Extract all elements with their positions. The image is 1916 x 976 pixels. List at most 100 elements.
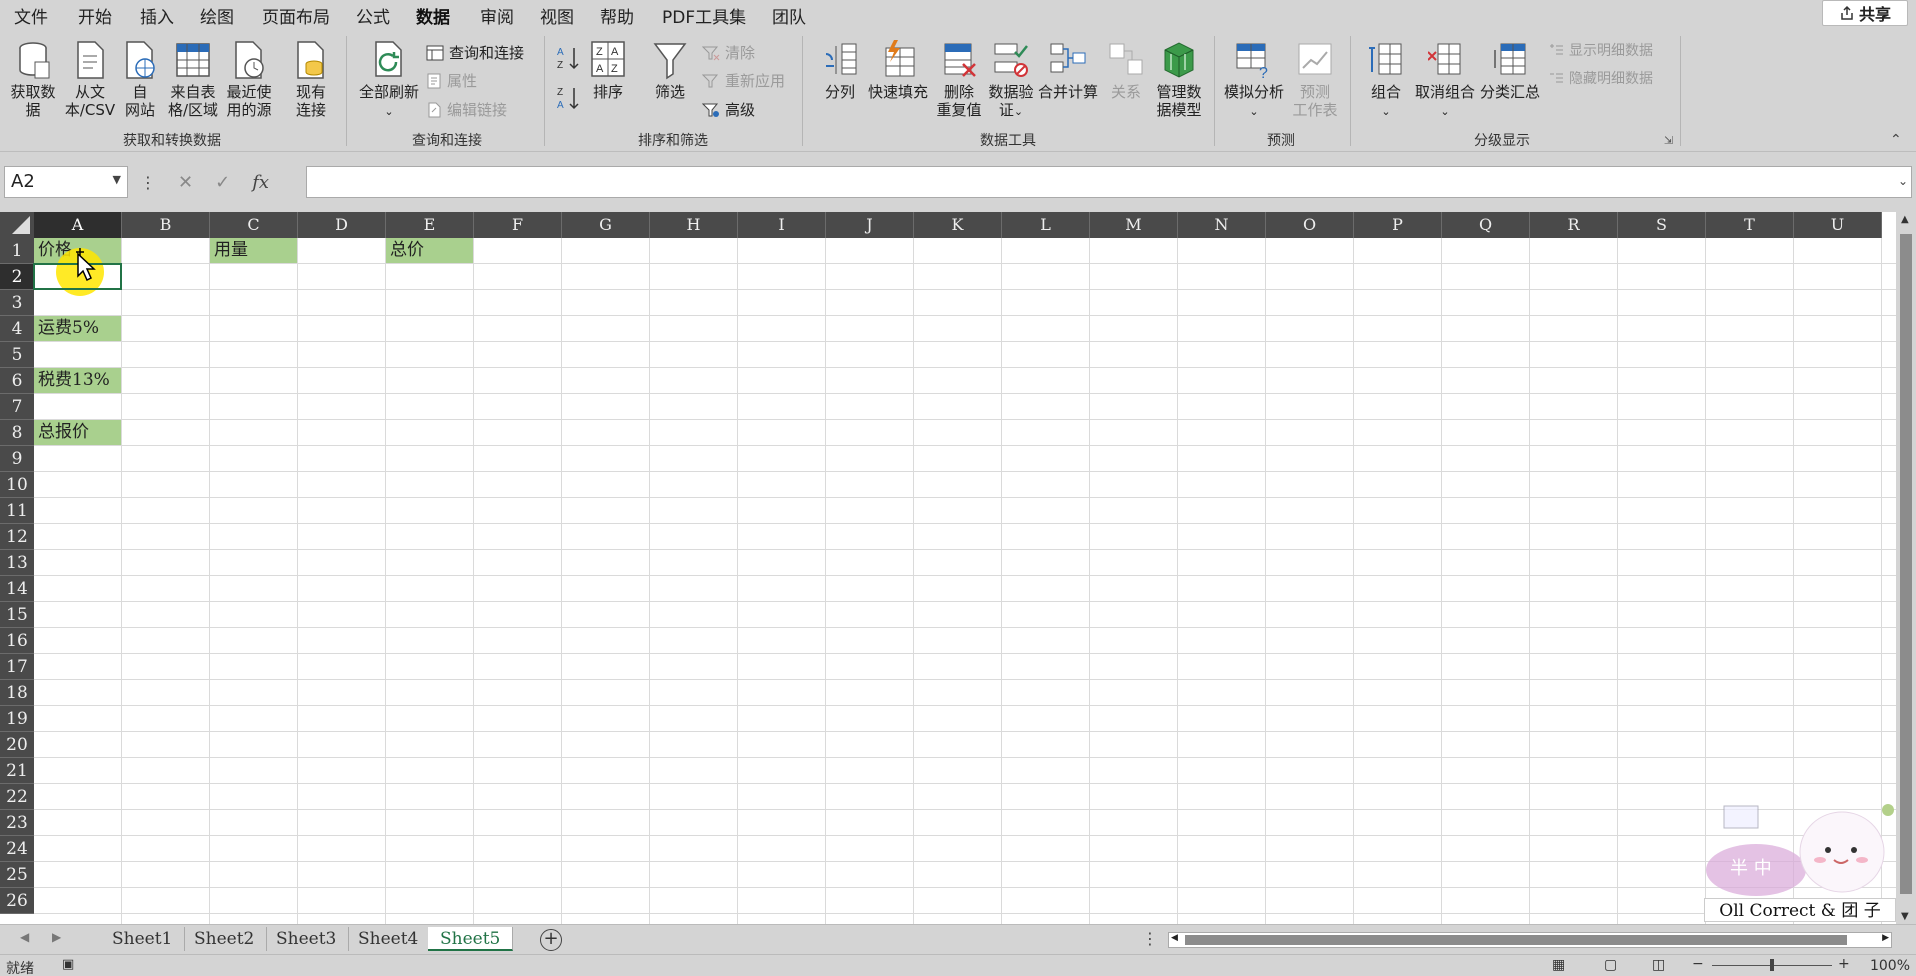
- tab-help[interactable]: 帮助: [600, 3, 634, 28]
- column-header-i[interactable]: I: [738, 212, 826, 238]
- row-header-25[interactable]: 25: [0, 862, 34, 888]
- zoom-slider-thumb[interactable]: [1770, 959, 1774, 971]
- share-button[interactable]: 共享: [1822, 0, 1908, 26]
- row-header-17[interactable]: 17: [0, 654, 34, 680]
- recent-sources-button[interactable]: 最近使 用的源: [222, 40, 276, 119]
- edit-links-button[interactable]: 编辑链接: [426, 99, 507, 120]
- scroll-thumb[interactable]: [1185, 935, 1847, 945]
- properties-button[interactable]: 属性: [426, 70, 477, 91]
- more-options-icon[interactable]: ⋮: [1142, 929, 1158, 948]
- queries-connections-button[interactable]: 查询和连接: [426, 42, 524, 63]
- row-header-15[interactable]: 15: [0, 602, 34, 628]
- zoom-out-icon[interactable]: −: [1692, 956, 1704, 972]
- tab-view[interactable]: 视图: [540, 3, 574, 28]
- sort-descending-button[interactable]: ZA: [554, 84, 584, 116]
- column-header-k[interactable]: K: [914, 212, 1002, 238]
- name-box[interactable]: A2 ▼: [4, 166, 128, 198]
- sort-button[interactable]: ZAAZ 排序: [588, 40, 628, 101]
- insert-function-icon[interactable]: fx: [252, 172, 269, 193]
- row-header-19[interactable]: 19: [0, 706, 34, 732]
- column-header-u[interactable]: U: [1794, 212, 1882, 238]
- hide-detail-button[interactable]: 隐藏明细数据: [1548, 68, 1653, 88]
- cancel-icon[interactable]: ✕: [178, 172, 193, 193]
- scroll-thumb[interactable]: [1900, 234, 1912, 894]
- sheet-tab-2[interactable]: Sheet2: [182, 927, 268, 951]
- row-header-20[interactable]: 20: [0, 732, 34, 758]
- row-header-3[interactable]: 3: [0, 290, 34, 316]
- forecast-sheet-button[interactable]: 预测 工作表: [1290, 40, 1340, 119]
- column-header-e[interactable]: E: [386, 212, 474, 238]
- row-header-22[interactable]: 22: [0, 784, 34, 810]
- tab-team[interactable]: 团队: [772, 3, 806, 28]
- more-options-icon[interactable]: ⋮: [140, 173, 156, 192]
- row-header-12[interactable]: 12: [0, 524, 34, 550]
- tab-page-layout[interactable]: 页面布局: [262, 3, 330, 28]
- tab-review[interactable]: 审阅: [480, 3, 514, 28]
- sheet-tab-4[interactable]: Sheet4: [346, 927, 432, 951]
- row-header-6[interactable]: 6: [0, 368, 34, 394]
- tab-home[interactable]: 开始: [78, 3, 112, 28]
- column-header-q[interactable]: Q: [1442, 212, 1530, 238]
- text-to-columns-button[interactable]: 分列: [818, 40, 862, 101]
- relationships-button[interactable]: 关系: [1104, 40, 1148, 101]
- column-header-j[interactable]: J: [826, 212, 914, 238]
- column-header-s[interactable]: S: [1618, 212, 1706, 238]
- row-header-9[interactable]: 9: [0, 446, 34, 472]
- row-header-21[interactable]: 21: [0, 758, 34, 784]
- remove-duplicates-button[interactable]: 删除 重复值: [936, 40, 982, 119]
- next-sheet-icon[interactable]: ▶: [52, 930, 61, 944]
- select-all-corner[interactable]: [0, 212, 34, 238]
- get-data-button[interactable]: 获取数 据: [8, 40, 58, 119]
- column-header-r[interactable]: R: [1530, 212, 1618, 238]
- column-header-g[interactable]: G: [562, 212, 650, 238]
- what-if-analysis-button[interactable]: ? 模拟分析 ⌄: [1222, 40, 1286, 121]
- column-header-p[interactable]: P: [1354, 212, 1442, 238]
- sheet-tab-5[interactable]: Sheet5: [428, 927, 514, 951]
- flash-fill-button[interactable]: 快速填充: [866, 40, 930, 101]
- column-header-d[interactable]: D: [298, 212, 386, 238]
- row-header-11[interactable]: 11: [0, 498, 34, 524]
- dialog-launcher-icon[interactable]: ⇲: [1664, 134, 1673, 147]
- column-header-t[interactable]: T: [1706, 212, 1794, 238]
- column-header-c[interactable]: C: [210, 212, 298, 238]
- row-header-13[interactable]: 13: [0, 550, 34, 576]
- tab-insert[interactable]: 插入: [140, 3, 174, 28]
- column-header-n[interactable]: N: [1178, 212, 1266, 238]
- from-web-button[interactable]: 自 网站: [120, 40, 160, 119]
- row-header-14[interactable]: 14: [0, 576, 34, 602]
- from-text-csv-button[interactable]: 从文 本/CSV: [64, 40, 116, 119]
- column-header-o[interactable]: O: [1266, 212, 1354, 238]
- confirm-icon[interactable]: ✓: [215, 172, 230, 193]
- row-header-2[interactable]: 2: [0, 264, 34, 290]
- scroll-down-icon[interactable]: ▼: [1901, 911, 1909, 922]
- group-button[interactable]: 组合 ⌄: [1364, 40, 1408, 121]
- tab-file[interactable]: 文件: [14, 3, 48, 28]
- page-break-view-icon[interactable]: ◫: [1652, 957, 1665, 973]
- tab-data[interactable]: 数据: [416, 3, 450, 31]
- tab-formulas[interactable]: 公式: [356, 3, 390, 28]
- row-header-10[interactable]: 10: [0, 472, 34, 498]
- tab-draw[interactable]: 绘图: [200, 3, 234, 28]
- prev-sheet-icon[interactable]: ◀: [20, 930, 29, 944]
- column-header-f[interactable]: F: [474, 212, 562, 238]
- existing-connections-button[interactable]: 现有 连接: [290, 40, 332, 119]
- ungroup-button[interactable]: 取消组合 ⌄: [1412, 40, 1478, 121]
- refresh-all-button[interactable]: 全部刷新 ⌄: [356, 40, 422, 121]
- sort-ascending-button[interactable]: AZ: [554, 44, 584, 76]
- consolidate-button[interactable]: 合并计算: [1036, 40, 1100, 101]
- manage-data-model-button[interactable]: 管理数 据模型: [1152, 40, 1206, 119]
- zoom-level[interactable]: 100%: [1870, 958, 1910, 974]
- scroll-left-icon[interactable]: ◀: [1171, 933, 1178, 943]
- row-header-16[interactable]: 16: [0, 628, 34, 654]
- clear-filter-button[interactable]: 清除: [702, 42, 755, 63]
- cell-a8[interactable]: 总报价: [34, 420, 121, 445]
- column-header-a[interactable]: A: [34, 212, 122, 238]
- sheet-tab-1[interactable]: Sheet1: [100, 927, 186, 951]
- vertical-scrollbar[interactable]: ▲ ▼: [1896, 212, 1916, 924]
- row-header-7[interactable]: 7: [0, 394, 34, 420]
- row-header-4[interactable]: 4: [0, 316, 34, 342]
- column-header-b[interactable]: B: [122, 212, 210, 238]
- row-header-18[interactable]: 18: [0, 680, 34, 706]
- from-table-button[interactable]: 来自表 格/区域: [166, 40, 220, 119]
- filter-button[interactable]: 筛选: [650, 40, 690, 101]
